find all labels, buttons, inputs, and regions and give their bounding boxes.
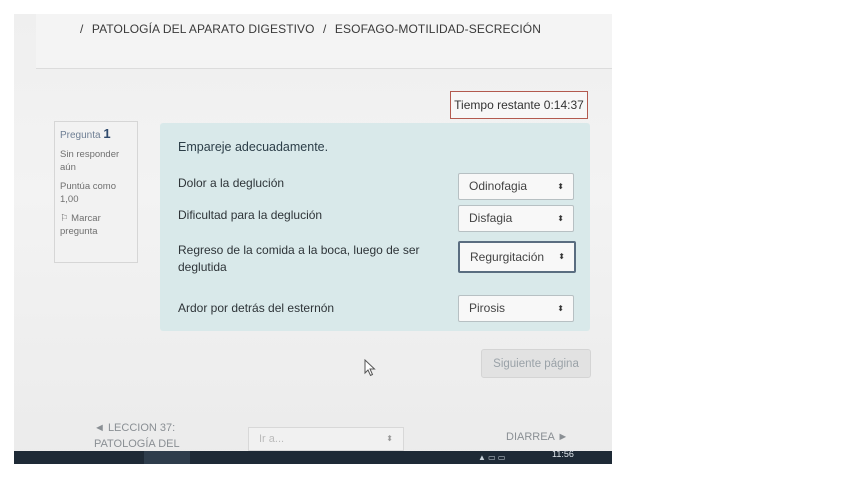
system-tray-icons[interactable]: ▲ ▭ ▭ xyxy=(478,453,505,462)
match-select-regurgitacion[interactable]: Regurgitación ⬍ xyxy=(458,241,576,273)
taskbar-clock: 11:56 xyxy=(552,449,574,459)
flag-icon: ⚐ xyxy=(60,213,69,224)
flag-question[interactable]: ⚐ Marcar pregunta xyxy=(60,212,133,238)
match-select-disfagia[interactable]: Disfagia ⬍ xyxy=(458,205,574,232)
jump-to-select[interactable]: Ir a... ⬍ xyxy=(248,427,404,451)
select-value: Regurgitación xyxy=(470,250,545,264)
select-arrow-icon: ⬍ xyxy=(557,214,564,223)
select-value: Pirosis xyxy=(469,301,506,315)
match-row-label: Ardor por detrás del esternón xyxy=(178,301,335,315)
select-arrow-icon: ⬍ xyxy=(557,304,564,313)
screen-photo: / PATOLOGÍA DEL APARATO DIGESTIVO / ESOF… xyxy=(14,14,612,464)
breadcrumb-separator: / xyxy=(80,22,84,36)
select-value: Odinofagia xyxy=(469,179,528,193)
breadcrumb-separator: / xyxy=(323,22,327,36)
question-number: Pregunta 1 xyxy=(60,127,133,142)
select-arrow-icon: ⬍ xyxy=(557,182,564,191)
select-arrow-icon: ⬍ xyxy=(558,252,565,261)
question-panel: Empareje adecuadamente. Dolor a la deglu… xyxy=(160,123,590,331)
question-info-panel: Pregunta 1 Sin responder aún Puntúa como… xyxy=(54,121,138,263)
next-page-button[interactable]: Siguiente página xyxy=(481,349,591,378)
breadcrumb-item-esofago[interactable]: ESOFAGO-MOTILIDAD-SECRECIÓN xyxy=(335,22,541,36)
breadcrumb-item-patologia[interactable]: PATOLOGÍA DEL APARATO DIGESTIVO xyxy=(92,22,315,36)
taskbar-app-button[interactable] xyxy=(144,451,190,464)
previous-activity-link[interactable]: ◄ LECCION 37: PATOLOGÍA DEL xyxy=(94,420,214,452)
match-select-pirosis[interactable]: Pirosis ⬍ xyxy=(458,295,574,322)
taskbar: ▲ ▭ ▭ 11:56 xyxy=(14,449,612,464)
question-number-value: 1 xyxy=(103,126,111,141)
match-row-label: Dificultad para la deglución xyxy=(178,208,323,222)
select-arrow-icon: ⬍ xyxy=(386,434,393,443)
match-select-odinofagia[interactable]: Odinofagia ⬍ xyxy=(458,173,574,200)
match-row-label: Regreso de la comida a la boca, luego de… xyxy=(178,243,420,274)
pointer-cursor-icon xyxy=(364,359,376,377)
jump-to-placeholder: Ir a... xyxy=(259,433,285,445)
question-score: Puntúa como 1,00 xyxy=(60,181,116,205)
breadcrumb-bar: / PATOLOGÍA DEL APARATO DIGESTIVO / ESOF… xyxy=(36,14,612,69)
question-text: Empareje adecuadamente. xyxy=(178,140,329,154)
match-row-label: Dolor a la deglución xyxy=(178,176,285,190)
select-value: Disfagia xyxy=(469,211,513,225)
question-status: Sin responder aún xyxy=(60,149,120,173)
time-remaining: Tiempo restante 0:14:37 xyxy=(450,91,588,119)
next-activity-link[interactable]: DIARREA ► xyxy=(506,431,568,443)
question-label: Pregunta xyxy=(60,130,101,141)
breadcrumb: / PATOLOGÍA DEL APARATO DIGESTIVO / ESOF… xyxy=(80,22,546,36)
